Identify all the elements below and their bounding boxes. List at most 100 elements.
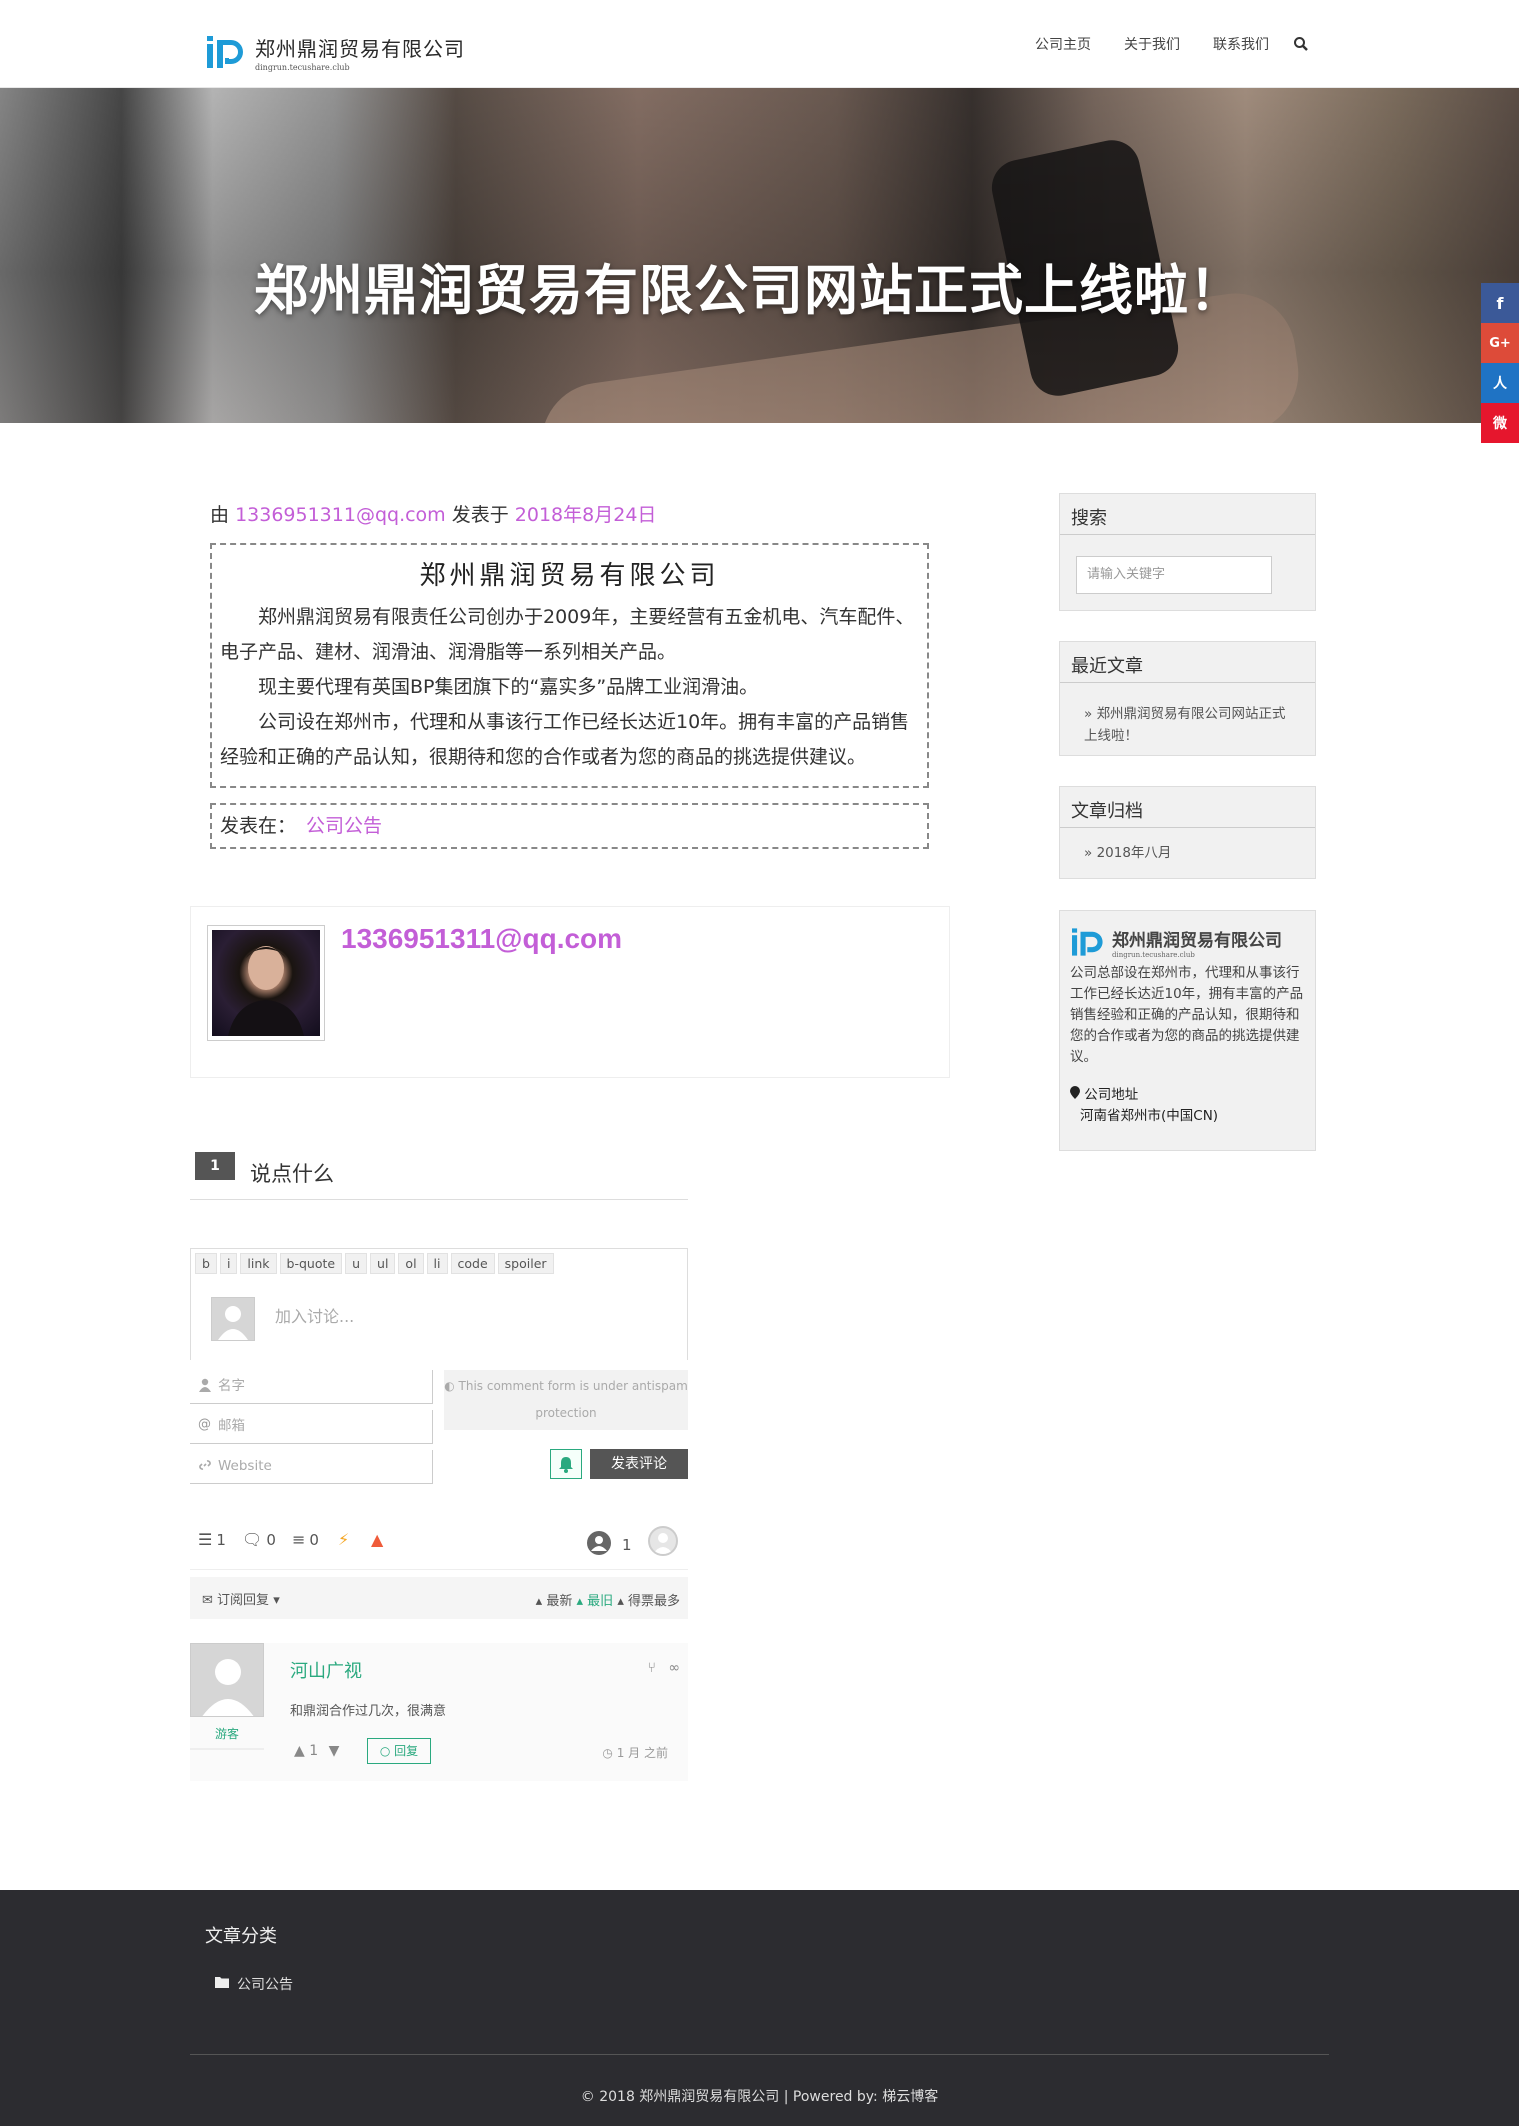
- site-footer: 文章分类 公司公告 © 2018 郑州鼎润贸易有限公司 | Powered by…: [0, 1890, 1519, 2126]
- site-logo[interactable]: 郑州鼎润贸易有限公司 dingrun.tecushare.club: [205, 30, 465, 74]
- google-plus-icon[interactable]: G+: [1481, 323, 1519, 363]
- share-icon[interactable]: ⑂: [647, 1660, 655, 1676]
- logo-domain: dingrun.tecushare.club: [255, 62, 350, 72]
- toolbar-bold-button[interactable]: b: [195, 1253, 217, 1274]
- reply-button[interactable]: ○ 回复: [367, 1738, 431, 1764]
- comment-website-field[interactable]: Website: [190, 1450, 433, 1484]
- hot-stat[interactable]: ⚡: [338, 1530, 353, 1549]
- about-logo-icon: [1072, 928, 1103, 956]
- facebook-icon[interactable]: f: [1481, 283, 1519, 323]
- toolbar-italic-button[interactable]: i: [219, 1253, 238, 1274]
- weibo-icon[interactable]: 微: [1481, 403, 1519, 443]
- reply-icon: ○: [379, 1744, 391, 1758]
- posted-in-label: 发表在：: [220, 815, 297, 837]
- vote-count: 1: [309, 1743, 319, 1759]
- comment-textarea[interactable]: 加入讨论...: [275, 1303, 354, 1327]
- subscribe-bell-icon[interactable]: [550, 1449, 582, 1479]
- toolbar-quote-button[interactable]: b-quote: [279, 1253, 343, 1274]
- envelope-icon: ✉: [202, 1593, 213, 1608]
- comment-author-name[interactable]: 河山广视: [290, 1657, 362, 1683]
- post-author-link[interactable]: 1336951311@qq.com: [235, 504, 446, 526]
- main-nav: 公司主页 关于我们 联系我们: [1002, 34, 1309, 54]
- clock-icon: ◷: [602, 1746, 613, 1760]
- comment-editor[interactable]: b i link b-quote u ul ol li code spoiler…: [190, 1248, 688, 1360]
- comment-votes: ▲ 1 ▼: [294, 1743, 339, 1759]
- shield-icon: ◐: [444, 1379, 455, 1393]
- comment-name-field[interactable]: 名字: [190, 1370, 433, 1404]
- post-paragraph: 郑州鼎润贸易有限责任公司创办于2009年，主要经营有五金机电、汽车配件、电子产品…: [220, 606, 915, 663]
- email-placeholder: 邮箱: [218, 1418, 245, 1434]
- recent-posts-widget: 最近文章 » 郑州鼎润贸易有限公司网站正式上线啦！: [1059, 641, 1316, 756]
- website-placeholder: Website: [218, 1458, 272, 1474]
- user-circle-icon: [586, 1530, 612, 1560]
- meta-prefix: 由: [210, 504, 230, 526]
- sidebar-search-input[interactable]: 请输入关键字: [1076, 556, 1272, 594]
- post-paragraph: 现主要代理有英国BP集团旗下的“嘉实多”品牌工业润滑油。: [258, 676, 759, 698]
- footer-divider: [190, 2054, 1329, 2055]
- user-icon: [198, 1378, 212, 1392]
- name-placeholder: 名字: [218, 1378, 245, 1394]
- followers-count: 0: [309, 1530, 319, 1549]
- search-icon[interactable]: [1293, 36, 1309, 52]
- sort-most-voted[interactable]: ▴ 得票最多: [617, 1594, 680, 1609]
- comment-email-field[interactable]: @ 邮箱: [190, 1410, 433, 1444]
- recent-post-link[interactable]: 郑州鼎润贸易有限公司网站正式上线啦！: [1084, 706, 1286, 744]
- nav-contact[interactable]: 联系我们: [1213, 34, 1269, 54]
- about-logo: 郑州鼎润贸易有限公司 dingrun.tecushare.club: [1070, 925, 1282, 959]
- comment-stats-bar: ☰ 1 🗨 0 ≡ 0 ⚡ ▲ 1: [190, 1510, 688, 1570]
- address-text: 河南省郑州市(中国CN): [1080, 1108, 1219, 1124]
- thumbs-down-icon[interactable]: ▼: [329, 1743, 340, 1759]
- toolbar-spoiler-button[interactable]: spoiler: [497, 1253, 554, 1274]
- toolbar-code-button[interactable]: code: [450, 1253, 495, 1274]
- toolbar-li-button[interactable]: li: [426, 1253, 448, 1274]
- recent-author-avatar[interactable]: [648, 1526, 678, 1556]
- trending-stat[interactable]: ▲: [371, 1530, 387, 1549]
- threads-stat[interactable]: ☰ 1: [198, 1530, 226, 1549]
- toolbar-link-button[interactable]: link: [240, 1253, 277, 1274]
- nav-home[interactable]: 公司主页: [1035, 34, 1091, 54]
- chevron-right-icon: »: [1084, 706, 1093, 722]
- archive-title: 文章归档: [1060, 787, 1315, 828]
- author-avatar[interactable]: [207, 925, 325, 1041]
- submit-comment-button[interactable]: 发表评论: [590, 1449, 688, 1479]
- powered-by-link[interactable]: 梯云博客: [882, 2089, 938, 2105]
- meta-mid: 发表于: [451, 504, 509, 526]
- hero-banner: 郑州鼎润贸易有限公司网站正式上线啦！: [0, 88, 1519, 423]
- search-widget-title: 搜索: [1060, 494, 1315, 535]
- replies-count: 0: [266, 1530, 276, 1549]
- post-category-link[interactable]: 公司公告: [306, 815, 382, 837]
- permalink-icon[interactable]: ∞: [668, 1660, 680, 1676]
- author-avatar-image: [212, 930, 320, 1036]
- author-name-link[interactable]: 1336951311@qq.com: [341, 923, 622, 955]
- link-icon: [198, 1458, 212, 1472]
- sort-oldest[interactable]: ▴ 最旧: [576, 1594, 613, 1609]
- toolbar-underline-button[interactable]: u: [345, 1253, 368, 1274]
- subscribe-dropdown[interactable]: ✉ 订阅回复 ▾: [202, 1589, 280, 1608]
- post-category-box: 发表在： 公司公告: [210, 803, 929, 849]
- about-domain: dingrun.tecushare.club: [1112, 950, 1195, 959]
- nav-about[interactable]: 关于我们: [1124, 34, 1180, 54]
- company-title: 郑州鼎润贸易有限公司: [419, 561, 720, 591]
- about-text: 公司总部设在郑州市，代理和从事该行工作已经长达近10年，拥有丰富的产品销售经验和…: [1070, 965, 1304, 1065]
- comment-item: 游客 河山广视 ⑂ ∞ 和鼎润合作过几次，很满意 ▲ 1 ▼ ○ 回复 ◷ 1 …: [190, 1643, 688, 1781]
- site-header: 郑州鼎润贸易有限公司 dingrun.tecushare.club 公司主页 关…: [0, 0, 1519, 88]
- sort-newest[interactable]: ▴ 最新: [536, 1594, 573, 1609]
- toolbar-ul-button[interactable]: ul: [370, 1253, 396, 1274]
- authors-stat[interactable]: 1: [586, 1530, 632, 1560]
- footer-category-link[interactable]: 公司公告: [215, 1974, 293, 1994]
- post-date-link[interactable]: 2018年8月24日: [515, 504, 657, 526]
- archive-link[interactable]: 2018年八月: [1097, 845, 1172, 861]
- replies-stat[interactable]: 🗨 0: [242, 1530, 276, 1549]
- about-widget: 郑州鼎润贸易有限公司 dingrun.tecushare.club 公司总部设在…: [1059, 910, 1316, 1151]
- authors-count: 1: [622, 1536, 632, 1554]
- caret-down-icon: ▾: [273, 1593, 280, 1608]
- renren-icon[interactable]: 人: [1481, 363, 1519, 403]
- comment-time: ◷ 1 月 之前: [602, 1746, 668, 1760]
- subscribe-label: 订阅回复: [217, 1593, 270, 1608]
- comment-text: 和鼎润合作过几次，很满意: [290, 1704, 447, 1719]
- thumbs-up-icon[interactable]: ▲: [294, 1743, 305, 1759]
- search-widget: 搜索 请输入关键字: [1059, 493, 1316, 611]
- toolbar-ol-button[interactable]: ol: [398, 1253, 424, 1274]
- address-label: 公司地址: [1070, 1083, 1138, 1103]
- followers-stat[interactable]: ≡ 0: [292, 1530, 319, 1549]
